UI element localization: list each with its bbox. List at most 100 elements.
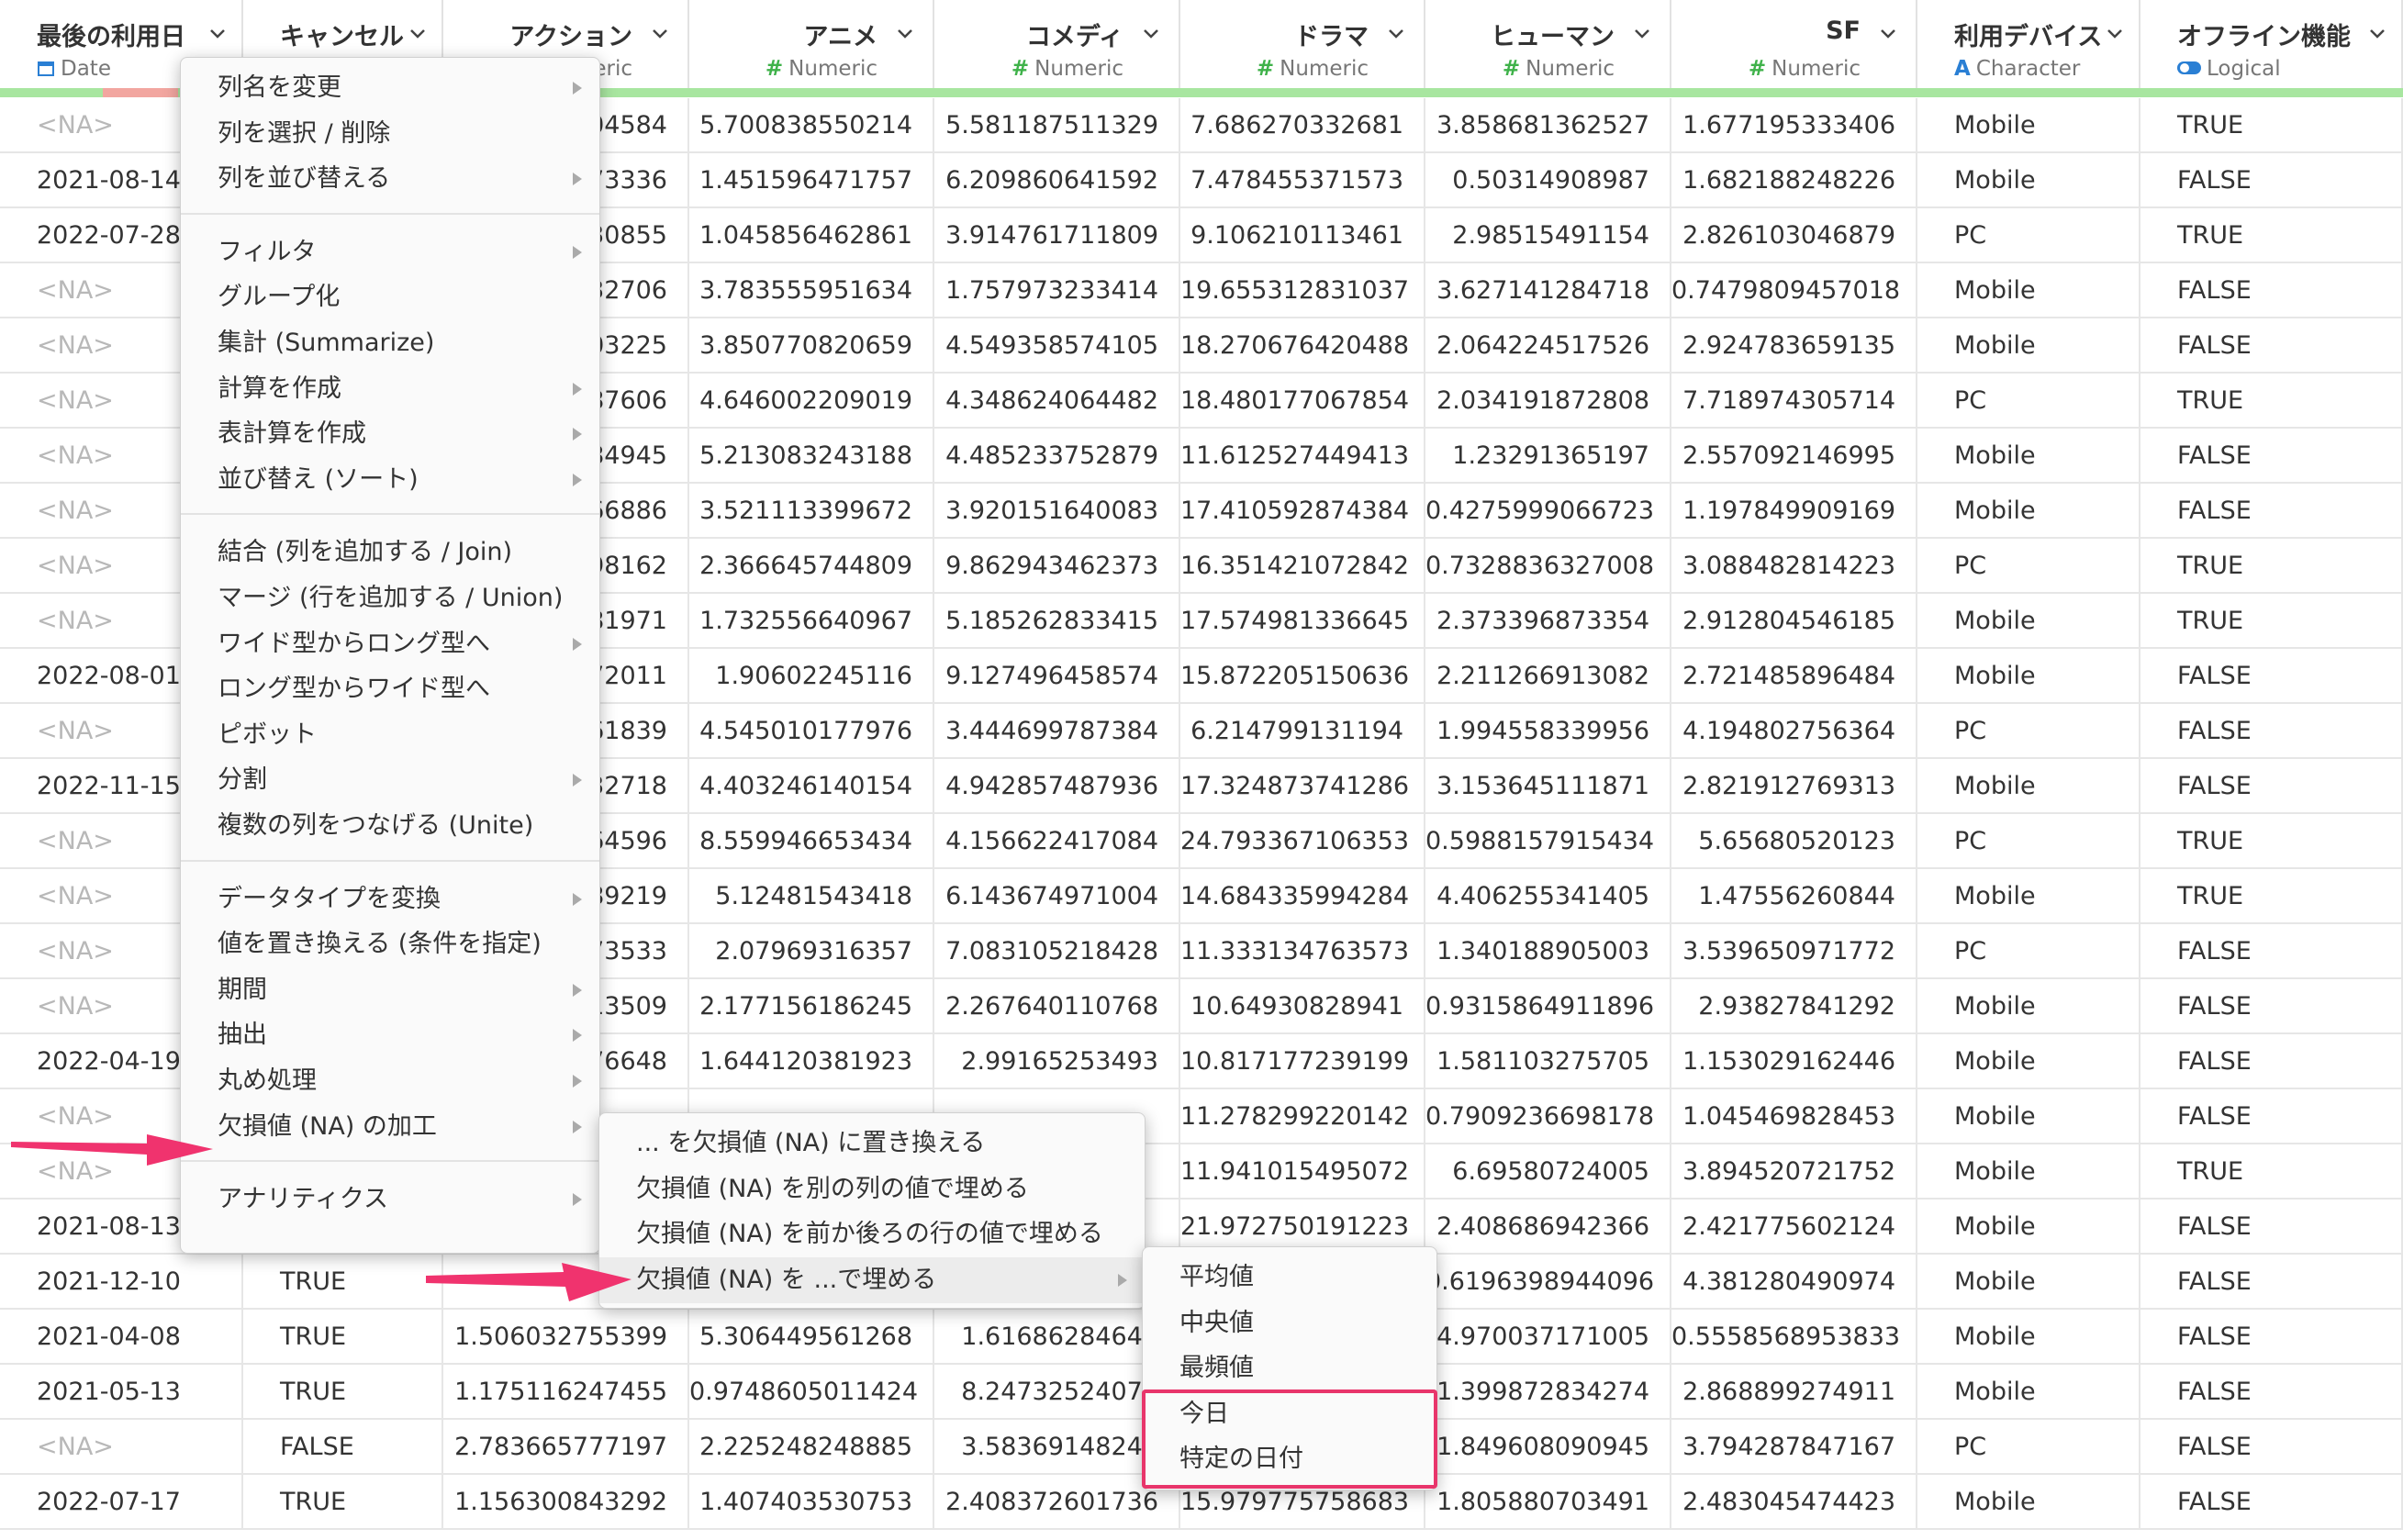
table-cell[interactable]: 4.381280490974	[1671, 1255, 1917, 1310]
table-cell[interactable]: 2.408686942366	[1425, 1200, 1671, 1255]
table-cell[interactable]: TRUE	[2140, 594, 2403, 649]
table-cell[interactable]: 2021-05-13	[0, 1365, 243, 1420]
table-cell[interactable]: 1.153029162446	[1671, 1034, 1917, 1089]
table-cell[interactable]: 3.539650971772	[1671, 924, 1917, 979]
table-cell[interactable]: 1.849608090945	[1425, 1420, 1671, 1475]
table-cell[interactable]: <NA>	[0, 1420, 243, 1475]
table-cell[interactable]: FALSE	[243, 1420, 443, 1475]
menu-item[interactable]: 計算を作成	[181, 366, 599, 412]
table-cell[interactable]: 2.267640110768	[934, 979, 1180, 1034]
table-cell[interactable]: Mobile	[1917, 98, 2140, 153]
table-cell[interactable]: 3.153645111871	[1425, 759, 1671, 814]
table-cell[interactable]: 3.521113399672	[689, 484, 934, 539]
table-cell[interactable]: 2.826103046879	[1671, 208, 1917, 263]
table-cell[interactable]: PC	[1917, 374, 2140, 429]
table-cell[interactable]: 0.7328836327008	[1425, 539, 1671, 594]
table-cell[interactable]: 2021-12-10	[0, 1255, 243, 1310]
table-cell[interactable]: 3.850770820659	[689, 318, 934, 374]
table-cell[interactable]: 5.12481543418	[689, 869, 934, 924]
chevron-down-icon[interactable]	[1385, 23, 1407, 45]
table-cell[interactable]: 3.444699787384	[934, 704, 1180, 759]
table-cell[interactable]: FALSE	[2140, 1034, 2403, 1089]
menu-item[interactable]: ロング型からワイド型へ	[181, 666, 599, 712]
table-cell[interactable]: PC	[1917, 539, 2140, 594]
chevron-down-icon[interactable]	[894, 23, 916, 45]
table-cell[interactable]: 2.034191872808	[1425, 374, 1671, 429]
table-cell[interactable]: 8.559946653434	[689, 814, 934, 869]
table-cell[interactable]: 17.410592874384	[1180, 484, 1425, 539]
table-cell[interactable]: 1.407403530753	[689, 1475, 934, 1530]
column-header[interactable]: アニメ # Numeric	[689, 0, 934, 90]
table-cell[interactable]: Mobile	[1917, 1144, 2140, 1200]
table-cell[interactable]: 7.478455371573	[1180, 153, 1425, 208]
table-cell[interactable]: TRUE	[2140, 869, 2403, 924]
table-cell[interactable]: 2.07969316357	[689, 924, 934, 979]
table-cell[interactable]: 2.924783659135	[1671, 318, 1917, 374]
table-cell[interactable]: 1.175116247455	[443, 1365, 689, 1420]
table-cell[interactable]: FALSE	[2140, 153, 2403, 208]
table-cell[interactable]: 11.278299220142	[1180, 1089, 1425, 1144]
table-cell[interactable]: 18.480177067854	[1180, 374, 1425, 429]
table-cell[interactable]: 11.333134763573	[1180, 924, 1425, 979]
menu-item[interactable]: アナリティクス	[181, 1177, 599, 1222]
table-cell[interactable]: 17.574981336645	[1180, 594, 1425, 649]
table-cell[interactable]: TRUE	[2140, 374, 2403, 429]
table-cell[interactable]: Mobile	[1917, 1089, 2140, 1144]
column-header[interactable]: コメディ # Numeric	[934, 0, 1180, 90]
submenu-item[interactable]: 欠損値 (NA) を別の列の値で埋める	[599, 1166, 1145, 1212]
table-cell[interactable]: 9.862943462373	[934, 539, 1180, 594]
table-cell[interactable]: Mobile	[1917, 1310, 2140, 1365]
table-cell[interactable]: FALSE	[2140, 704, 2403, 759]
menu-item[interactable]: 分割	[181, 757, 599, 803]
table-cell[interactable]: Mobile	[1917, 484, 2140, 539]
menu-item[interactable]: グループ化	[181, 274, 599, 320]
table-cell[interactable]: FALSE	[2140, 1365, 2403, 1420]
table-cell[interactable]: 3.894520721752	[1671, 1144, 1917, 1200]
table-cell[interactable]: Mobile	[1917, 594, 2140, 649]
table-cell[interactable]: FALSE	[2140, 1200, 2403, 1255]
table-cell[interactable]: 7.718974305714	[1671, 374, 1917, 429]
menu-item[interactable]: 集計 (Summarize)	[181, 320, 599, 366]
menu-item[interactable]: 列を選択 / 削除	[181, 111, 599, 157]
table-cell[interactable]: FALSE	[2140, 1475, 2403, 1530]
table-cell[interactable]: 1.581103275705	[1425, 1034, 1671, 1089]
table-cell[interactable]: 0.9748605011424	[689, 1365, 934, 1420]
table-cell[interactable]: PC	[1917, 208, 2140, 263]
table-cell[interactable]: 3.627141284718	[1425, 263, 1671, 318]
chevron-down-icon[interactable]	[207, 23, 229, 45]
table-cell[interactable]: 1.399872834274	[1425, 1365, 1671, 1420]
menu-item[interactable]: 複数の列をつなげる (Unite)	[181, 803, 599, 849]
table-cell[interactable]: 2.912804546185	[1671, 594, 1917, 649]
table-cell[interactable]: 1.23291365197	[1425, 429, 1671, 484]
table-cell[interactable]: 1.732556640967	[689, 594, 934, 649]
table-cell[interactable]: 4.942857487936	[934, 759, 1180, 814]
table-cell[interactable]: 2.225248248885	[689, 1420, 934, 1475]
table-cell[interactable]: 1.045856462861	[689, 208, 934, 263]
submenu-item[interactable]: ... を欠損値 (NA) に置き換える	[599, 1121, 1145, 1166]
table-cell[interactable]: FALSE	[2140, 979, 2403, 1034]
table-cell[interactable]: Mobile	[1917, 318, 2140, 374]
menu-item[interactable]: 列を並び替える	[181, 156, 599, 202]
menu-item[interactable]: 列名を変更	[181, 65, 599, 111]
table-cell[interactable]: TRUE	[2140, 98, 2403, 153]
table-cell[interactable]: 6.209860641592	[934, 153, 1180, 208]
table-cell[interactable]: 0.6196398944096	[1425, 1255, 1671, 1310]
table-cell[interactable]: 0.9315864911896	[1425, 979, 1671, 1034]
table-cell[interactable]: Mobile	[1917, 1365, 2140, 1420]
table-cell[interactable]: 4.194802756364	[1671, 704, 1917, 759]
table-cell[interactable]: 10.817177239199	[1180, 1034, 1425, 1089]
menu-item[interactable]: 表計算を作成	[181, 411, 599, 457]
table-cell[interactable]: 5.700838550214	[689, 98, 934, 153]
table-cell[interactable]: FALSE	[2140, 484, 2403, 539]
table-cell[interactable]: FALSE	[2140, 1089, 2403, 1144]
menu-item[interactable]: 丸め処理	[181, 1058, 599, 1104]
table-cell[interactable]: Mobile	[1917, 869, 2140, 924]
table-cell[interactable]: FALSE	[2140, 263, 2403, 318]
table-cell[interactable]: FALSE	[2140, 429, 2403, 484]
table-cell[interactable]: TRUE	[2140, 814, 2403, 869]
table-cell[interactable]: TRUE	[2140, 208, 2403, 263]
table-cell[interactable]: 5.213083243188	[689, 429, 934, 484]
table-cell[interactable]: Mobile	[1917, 649, 2140, 704]
table-cell[interactable]: 2.868899274911	[1671, 1365, 1917, 1420]
table-cell[interactable]: 24.793367106353	[1180, 814, 1425, 869]
